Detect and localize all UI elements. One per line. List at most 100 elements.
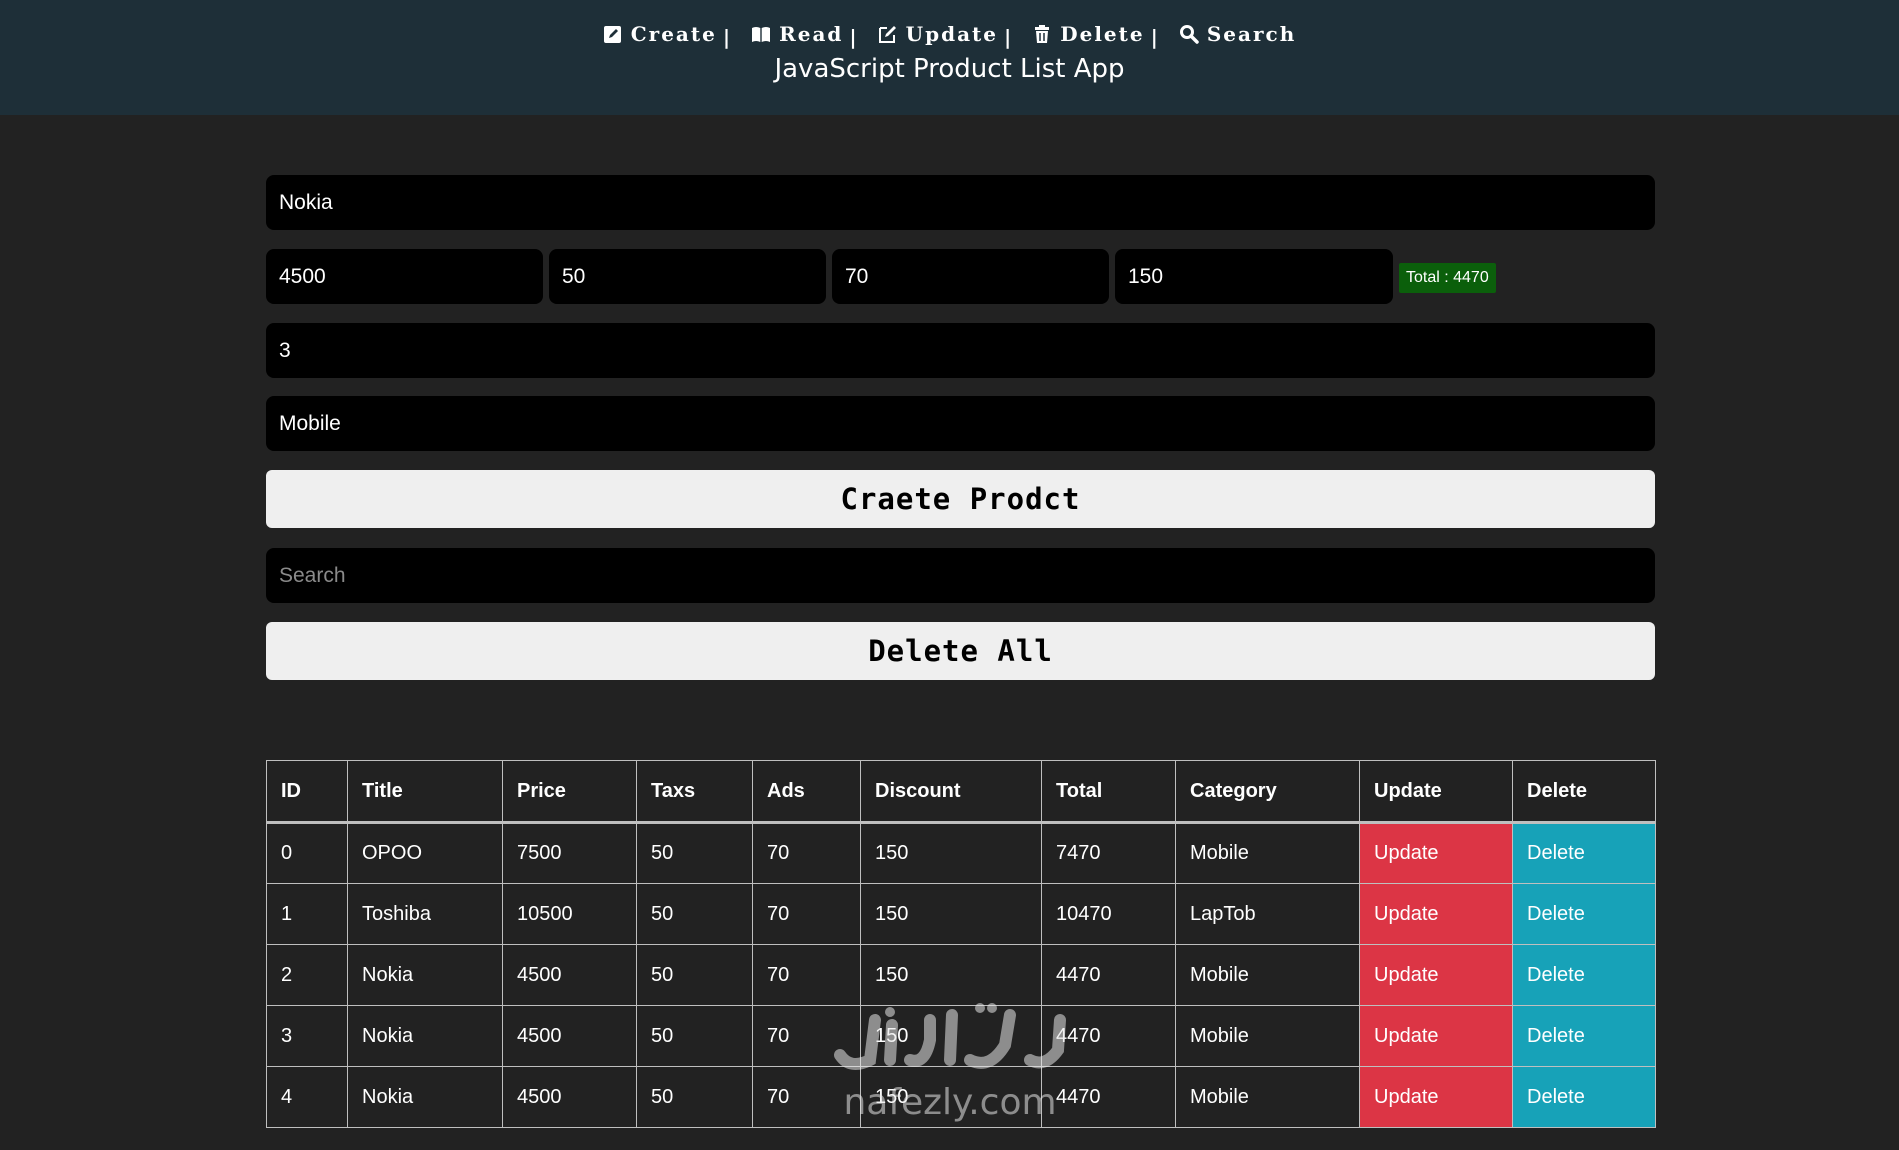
search-icon (1179, 25, 1199, 44)
cell-id: 1 (266, 883, 348, 945)
column-header-category: Category (1175, 760, 1360, 824)
app-title: JavaScript Product List App (774, 54, 1125, 84)
nav-search-label: Search (1206, 22, 1297, 46)
cell-category: Mobile (1175, 822, 1360, 884)
nav-create-label: Create (630, 22, 717, 46)
cell-total: 4470 (1041, 1005, 1176, 1067)
discount-input[interactable] (1115, 249, 1393, 304)
cell-ads: 70 (752, 1005, 861, 1067)
cell-title: Nokia (347, 944, 503, 1006)
table-row: 3 Nokia 4500 50 70 150 4470 Mobile Updat… (266, 1005, 1656, 1067)
cell-ads: 70 (752, 822, 861, 884)
cell-category: Mobile (1175, 1066, 1360, 1128)
cell-price: 4500 (502, 1066, 637, 1128)
column-header-delete: Delete (1512, 760, 1656, 824)
cell-id: 0 (266, 822, 348, 884)
table-row: 2 Nokia 4500 50 70 150 4470 Mobile Updat… (266, 944, 1656, 1006)
create-product-button[interactable]: Craete Prodct (266, 470, 1655, 528)
cell-title: Nokia (347, 1066, 503, 1128)
top-nav: Create | Read | Update | Delete | Search (0, 22, 1899, 49)
row-update-button[interactable]: Update (1359, 1005, 1513, 1067)
category-input[interactable] (266, 396, 1655, 451)
cell-discount: 150 (860, 822, 1042, 884)
pencil-square-icon (878, 26, 896, 43)
nav-update-label: Update (905, 22, 998, 46)
cell-taxes: 50 (636, 944, 753, 1006)
nav-separator: | (722, 25, 733, 49)
count-input[interactable] (266, 323, 1655, 378)
nav-update[interactable]: Update (878, 22, 998, 46)
delete-all-button[interactable]: Delete All (266, 622, 1655, 680)
cell-id: 2 (266, 944, 348, 1006)
nav-delete-label: Delete (1060, 22, 1145, 46)
nav-read[interactable]: Read (751, 22, 843, 46)
cell-price: 7500 (502, 822, 637, 884)
price-input[interactable] (266, 249, 543, 304)
cell-id: 3 (266, 1005, 348, 1067)
column-header-total: Total (1041, 760, 1176, 824)
cell-total: 4470 (1041, 1066, 1176, 1128)
nav-create[interactable]: Create (603, 22, 717, 46)
nav-search[interactable]: Search (1179, 22, 1296, 46)
cell-discount: 150 (860, 1005, 1042, 1067)
row-delete-button[interactable]: Delete (1512, 1005, 1656, 1067)
nav-separator: | (1150, 25, 1160, 49)
taxes-input[interactable] (549, 249, 826, 304)
row-update-button[interactable]: Update (1359, 944, 1513, 1006)
row-delete-button[interactable]: Delete (1512, 822, 1656, 884)
row-delete-button[interactable]: Delete (1512, 1066, 1656, 1128)
row-delete-button[interactable]: Delete (1512, 944, 1656, 1006)
cell-ads: 70 (752, 883, 861, 945)
ads-input[interactable] (832, 249, 1109, 304)
cell-taxes: 50 (636, 822, 753, 884)
cell-title: Toshiba (347, 883, 503, 945)
row-delete-button[interactable]: Delete (1512, 883, 1656, 945)
cell-title: Nokia (347, 1005, 503, 1067)
cell-taxes: 50 (636, 1005, 753, 1067)
table-row: 1 Toshiba 10500 50 70 150 10470 LapTob U… (266, 883, 1656, 945)
cell-ads: 70 (752, 944, 861, 1006)
cell-total: 7470 (1041, 822, 1176, 884)
header-row: ID Title Price Taxs Ads Discount Total C… (266, 760, 1656, 824)
app-header: Create | Read | Update | Delete | Search… (0, 0, 1899, 115)
cell-taxes: 50 (636, 1066, 753, 1128)
column-header-price: Price (502, 760, 637, 824)
cell-id: 4 (266, 1066, 348, 1128)
nav-read-label: Read (779, 22, 844, 46)
cell-total: 4470 (1041, 944, 1176, 1006)
edit-square-icon (603, 26, 621, 43)
table-header: ID Title Price Taxs Ads Discount Total C… (266, 760, 1656, 824)
cell-ads: 70 (752, 1066, 861, 1128)
cell-total: 10470 (1041, 883, 1176, 945)
column-header-update: Update (1359, 760, 1513, 824)
row-update-button[interactable]: Update (1359, 1066, 1513, 1128)
cell-discount: 150 (860, 883, 1042, 945)
cell-category: Mobile (1175, 944, 1360, 1006)
cell-discount: 150 (860, 1066, 1042, 1128)
column-header-id: ID (266, 760, 348, 824)
row-update-button[interactable]: Update (1359, 822, 1513, 884)
table-row: 4 Nokia 4500 50 70 150 4470 Mobile Updat… (266, 1066, 1656, 1128)
title-input[interactable] (266, 175, 1655, 230)
products-table: ID Title Price Taxs Ads Discount Total C… (266, 760, 1656, 1128)
column-header-ads: Ads (752, 760, 861, 824)
cell-title: OPOO (347, 822, 503, 884)
column-header-discount: Discount (860, 760, 1042, 824)
cell-price: 10500 (502, 883, 637, 945)
cell-taxes: 50 (636, 883, 753, 945)
search-input[interactable] (266, 548, 1655, 603)
nav-separator: | (1004, 25, 1014, 49)
row-update-button[interactable]: Update (1359, 883, 1513, 945)
column-header-taxes: Taxs (636, 760, 753, 824)
nav-separator: | (849, 25, 859, 49)
table-row: 0 OPOO 7500 50 70 150 7470 Mobile Update… (266, 822, 1656, 884)
book-icon (752, 27, 771, 42)
nav-delete[interactable]: Delete (1032, 22, 1144, 46)
cell-price: 4500 (502, 944, 637, 1006)
total-badge: Total : 4470 (1399, 263, 1496, 293)
table-body: 0 OPOO 7500 50 70 150 7470 Mobile Update… (266, 822, 1656, 1128)
column-header-title: Title (347, 760, 503, 824)
cell-price: 4500 (502, 1005, 637, 1067)
cell-category: LapTob (1175, 883, 1360, 945)
cell-discount: 150 (860, 944, 1042, 1006)
